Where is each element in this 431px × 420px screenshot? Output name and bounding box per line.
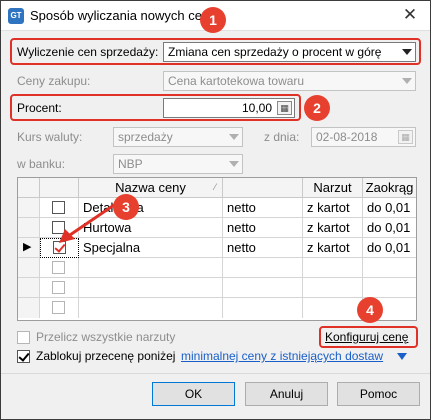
block-markdown-label: Zablokuj przecenę poniżej	[36, 349, 176, 363]
empty-row-cell	[223, 258, 303, 278]
min-price-link[interactable]: minimalnej ceny z istniejących dostaw	[181, 349, 383, 363]
table-row-check-cell	[40, 278, 79, 298]
empty-row-cell	[79, 298, 223, 318]
help-button[interactable]: Pomoc	[337, 382, 420, 406]
calendar-icon: ▦	[398, 130, 413, 144]
empty-row-cell	[79, 258, 223, 278]
purchase-price-label: Ceny zakupu:	[17, 74, 91, 88]
empty-row-checkbox	[52, 281, 65, 294]
grid-header-check	[40, 178, 79, 198]
callout-badge-4: 4	[357, 297, 383, 323]
callout-badge-3: 3	[113, 194, 139, 220]
footer-divider	[1, 373, 430, 374]
grid-header-indicator	[18, 178, 40, 198]
cancel-button[interactable]: Anuluj	[245, 382, 328, 406]
close-icon[interactable]: ✕	[400, 5, 420, 25]
ok-button[interactable]: OK	[152, 382, 235, 406]
table-row-check-cell	[40, 298, 79, 318]
row-indicator	[18, 198, 40, 218]
table-cell-round: do 0,01	[363, 198, 416, 218]
exchange-rate-label: Kurs waluty:	[17, 130, 83, 144]
empty-row-cell	[303, 298, 363, 318]
grid-header-name[interactable]: Nazwa ceny ⁄	[79, 178, 223, 198]
callout-box-2	[10, 94, 301, 121]
app-icon: GT	[8, 8, 24, 24]
date-input: 02-08-2018 ▦	[311, 127, 416, 147]
empty-row-checkbox	[52, 261, 65, 274]
row-indicator	[18, 258, 40, 278]
grid-header-base[interactable]	[223, 178, 303, 198]
bank-combo: NBP	[113, 154, 243, 174]
row-indicator	[18, 218, 40, 238]
table-cell-base: netto	[223, 198, 303, 218]
row-indicator	[18, 298, 40, 318]
window-title: Sposób wyliczania nowych cen	[30, 8, 210, 23]
empty-row-cell	[363, 278, 416, 298]
date-label: z dnia:	[264, 130, 300, 144]
table-cell-markup: z kartot	[303, 218, 363, 238]
purchase-price-combo: Cena kartotekowa towaru	[163, 71, 416, 91]
table-cell-base: netto	[223, 218, 303, 238]
dialog-window: GT Sposób wyliczania nowych cen ✕ Wylicz…	[0, 0, 431, 420]
date-value: 02-08-2018	[316, 130, 378, 144]
purchase-price-value: Cena kartotekowa towaru	[168, 74, 305, 88]
table-cell-round: do 0,01	[363, 218, 416, 238]
chevron-down-icon	[229, 134, 239, 140]
table-row-check-cell	[40, 258, 79, 278]
chevron-down-icon	[402, 78, 412, 84]
empty-row-cell	[303, 278, 363, 298]
empty-row-cell	[223, 278, 303, 298]
callout-badge-1: 1	[200, 7, 226, 33]
recalc-markups-label: Przelicz wszystkie narzuty	[36, 330, 176, 344]
sort-indicator-icon: ⁄	[214, 182, 216, 192]
chevron-down-icon	[229, 161, 239, 167]
empty-row-cell	[303, 258, 363, 278]
callout-box-4	[319, 326, 418, 348]
grid-header-markup[interactable]: Narzut	[303, 178, 363, 198]
empty-row-cell	[223, 298, 303, 318]
exchange-rate-combo: sprzedaży	[113, 127, 243, 147]
empty-row-checkbox	[52, 301, 65, 314]
table-cell-round: do 0,01	[363, 238, 416, 258]
callout-badge-2: 2	[304, 95, 330, 121]
callout-box-1	[10, 38, 421, 65]
block-markdown-checkbox[interactable]	[17, 350, 30, 363]
table-cell-markup: z kartot	[303, 238, 363, 258]
recalc-markups-checkbox	[17, 331, 30, 344]
table-cell-base: netto	[223, 238, 303, 258]
grid-header-round[interactable]: Zaokrąg	[363, 178, 416, 198]
bank-label: w banku:	[17, 157, 66, 171]
row-indicator	[18, 278, 40, 298]
empty-row-cell	[79, 278, 223, 298]
exchange-rate-value: sprzedaży	[118, 130, 173, 144]
bank-value: NBP	[118, 157, 143, 171]
table-cell-markup: z kartot	[303, 198, 363, 218]
row-indicator-current: ▶	[18, 238, 40, 258]
empty-row-cell	[363, 258, 416, 278]
chevron-down-icon[interactable]	[397, 353, 407, 360]
